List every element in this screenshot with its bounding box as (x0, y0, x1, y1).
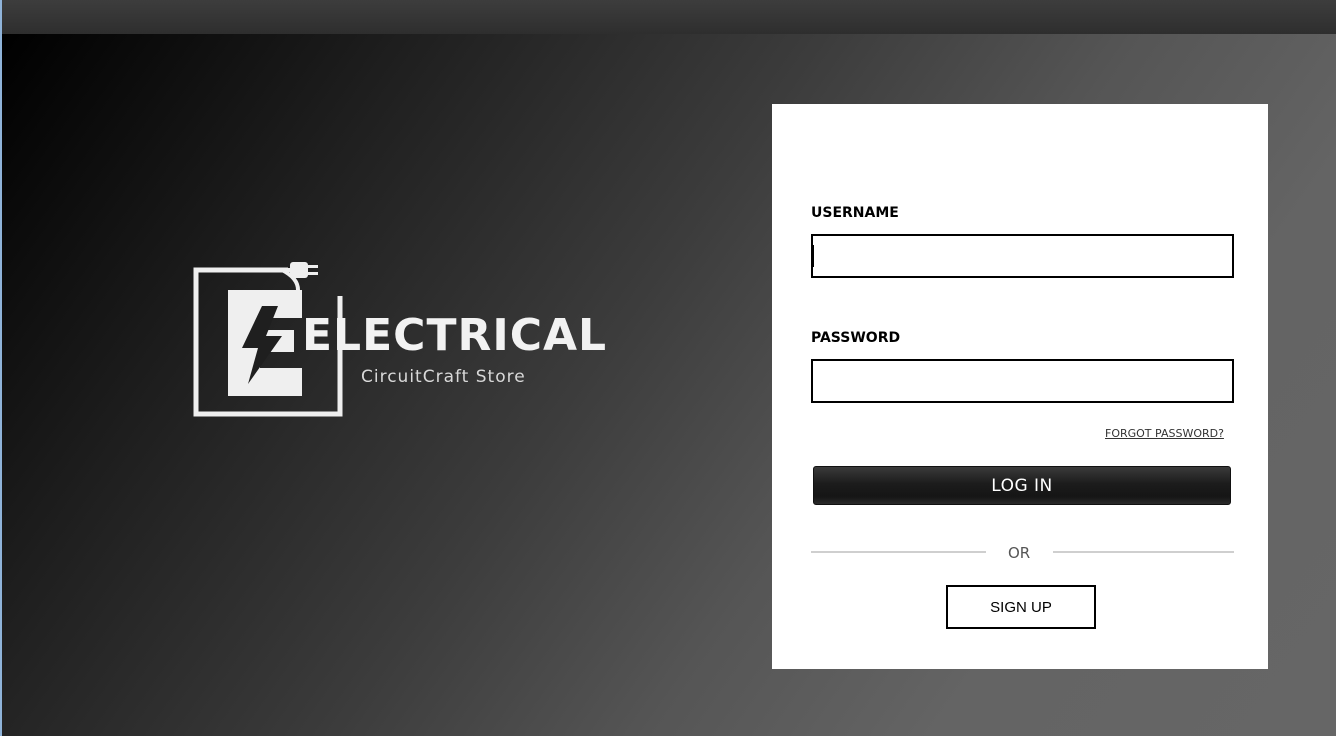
forgot-password-link[interactable]: FORGOT PASSWORD? (1105, 427, 1224, 440)
password-input[interactable] (811, 359, 1234, 403)
brand-title: ELECTRICAL (302, 310, 608, 361)
text-caret (813, 245, 814, 267)
top-bar (0, 0, 1336, 34)
divider-left (811, 551, 986, 553)
signup-button[interactable]: SIGN UP (946, 585, 1096, 629)
username-input[interactable] (811, 234, 1234, 278)
login-card: USERNAME PASSWORD FORGOT PASSWORD? LOG I… (772, 104, 1268, 669)
username-label: USERNAME (811, 205, 899, 221)
login-button[interactable]: LOG IN (813, 466, 1231, 505)
or-separator: OR (1008, 544, 1031, 562)
divider-right (1053, 551, 1234, 553)
brand-logo: ELECTRICAL CircuitCraft Store (190, 256, 606, 422)
brand-subtitle: CircuitCraft Store (361, 367, 526, 387)
password-label: PASSWORD (811, 330, 901, 346)
